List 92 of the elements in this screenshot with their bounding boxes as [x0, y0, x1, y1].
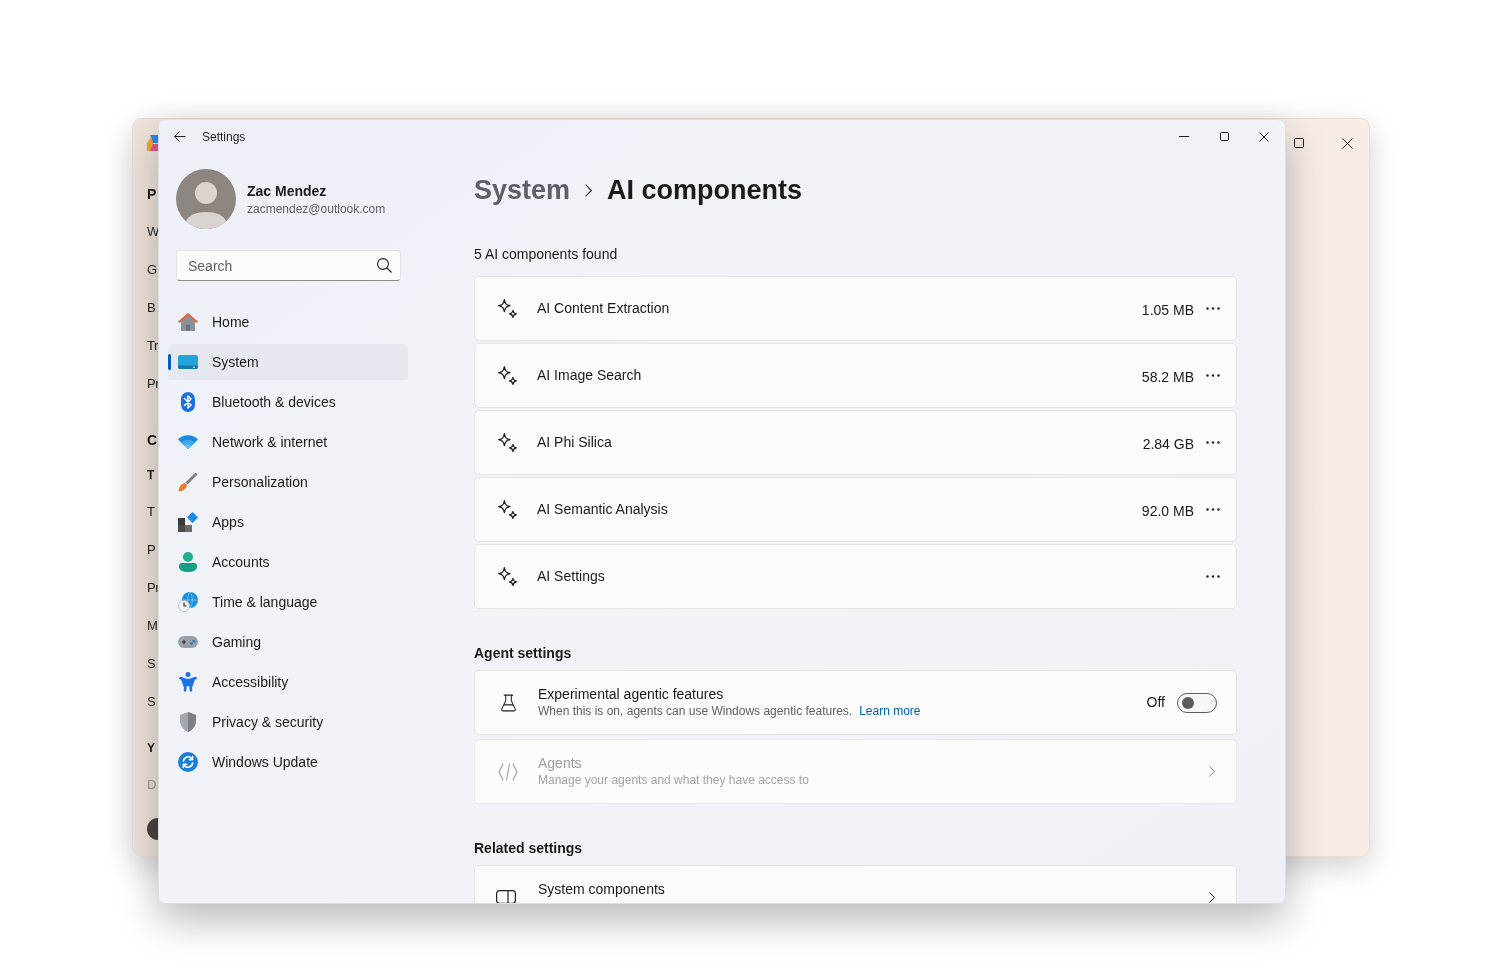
nav-item[interactable]: Windows Update [168, 744, 408, 780]
app-logo-icon [147, 135, 159, 151]
results-count: 5 AI components found [474, 245, 619, 264]
component-name: AI Semantic Analysis [537, 500, 668, 519]
section-heading: Related settings [474, 839, 584, 858]
component-name: AI Settings [537, 567, 605, 586]
avatar [176, 169, 236, 229]
nav-item[interactable]: Time & language [168, 584, 408, 620]
back-arrow-icon [174, 131, 186, 142]
more-icon [1206, 374, 1220, 377]
nav-label[interactable]: Pr [147, 578, 159, 598]
nav-label[interactable]: P [147, 540, 156, 560]
component-size: 1.05 MB [1141, 300, 1194, 320]
nav-item[interactable]: Accessibility [168, 664, 408, 700]
more-icon [1206, 508, 1220, 511]
nav-label: C [147, 430, 158, 450]
nav-label: P [147, 184, 157, 204]
nav-item[interactable]: Home [168, 304, 408, 340]
nav-label[interactable]: B [147, 298, 156, 318]
component-size: 2.84 GB [1142, 434, 1194, 454]
sparkle-icon [498, 299, 517, 318]
nav-label[interactable]: Tr [147, 336, 158, 356]
nav-item[interactable]: Accounts [168, 544, 408, 580]
accessibility-icon [179, 672, 197, 692]
sparkle-icon [498, 567, 517, 586]
component-name: AI Image Search [537, 366, 642, 385]
nav-item[interactable]: System [168, 344, 408, 380]
breadcrumb-link[interactable]: System [474, 169, 571, 211]
setting-description: When this is on, agents can use Windows agentic features. Learn more [538, 703, 921, 720]
nav-label: T [147, 467, 155, 484]
bluetooth-icon [181, 392, 195, 412]
nav-label[interactable]: M [147, 616, 158, 636]
nav-label[interactable]: S [147, 692, 156, 712]
avatar [147, 818, 158, 840]
nav-label[interactable]: Pr [147, 374, 159, 394]
close-icon [1341, 137, 1353, 149]
nav-item[interactable]: Gaming [168, 624, 408, 660]
home-icon [178, 313, 198, 331]
nav-item[interactable]: Network & internet [168, 424, 408, 460]
nav-label: D [147, 776, 156, 795]
sync-icon [178, 752, 198, 772]
nav-label[interactable]: S [147, 654, 156, 674]
nav-label: Y [147, 740, 155, 757]
globe-clock-icon [178, 592, 198, 612]
flask-icon [500, 693, 516, 712]
person-icon [179, 552, 197, 572]
shield-icon [180, 712, 196, 732]
chevron-right-icon [1209, 892, 1215, 903]
monitor-icon [178, 355, 198, 369]
nav-label[interactable]: G [147, 260, 157, 280]
chevron-right-icon [585, 183, 593, 197]
nav-item[interactable]: Apps [168, 504, 408, 540]
toggle-state-label: Off [1146, 693, 1165, 712]
component-size: 58.2 MB [1141, 367, 1194, 387]
setting-description: Manage your agents and what they have access to [538, 772, 809, 789]
component-size: 92.0 MB [1141, 501, 1194, 521]
maximize-icon [1219, 132, 1229, 141]
chevron-right-icon [1209, 766, 1215, 777]
window-title: Settings [202, 128, 246, 146]
learn-more-link[interactable]: Learn more [859, 704, 921, 718]
nav-label[interactable]: T [147, 502, 155, 522]
minimize-icon [1179, 136, 1189, 137]
user-email: zacmendez@outlook.com [247, 201, 386, 217]
search-field[interactable]: Search [176, 250, 401, 281]
setting-title: System components [538, 880, 665, 899]
wifi-icon [178, 435, 198, 449]
sparkle-icon [498, 433, 517, 452]
sparkle-icon [498, 366, 517, 385]
nav-item[interactable]: Bluetooth & devices [168, 384, 408, 420]
search-icon [377, 258, 392, 273]
sparkle-icon [498, 500, 517, 519]
maximize-icon [1294, 138, 1304, 148]
component-name: AI Content Extraction [537, 299, 670, 318]
page-title: AI components [607, 173, 803, 207]
paintbrush-icon [178, 472, 198, 492]
setting-title: Experimental agentic features [538, 685, 725, 703]
component-name: AI Phi Silica [537, 433, 612, 452]
panel-icon [496, 890, 516, 903]
setting-card[interactable]: System components [474, 865, 1237, 903]
more-icon [1206, 307, 1220, 310]
close-icon [1259, 131, 1269, 142]
user-name: Zac Mendez [247, 182, 328, 201]
code-icon [498, 762, 518, 781]
section-heading: Agent settings [474, 644, 573, 663]
more-icon [1206, 441, 1220, 444]
apps-icon [178, 512, 198, 532]
nav-item[interactable]: Personalization [168, 464, 408, 500]
nav-item[interactable]: Privacy & security [168, 704, 408, 740]
setting-title: Agents [538, 754, 583, 772]
more-icon [1206, 575, 1220, 578]
gamepad-icon [178, 636, 198, 648]
toggle-switch[interactable] [1177, 692, 1217, 713]
